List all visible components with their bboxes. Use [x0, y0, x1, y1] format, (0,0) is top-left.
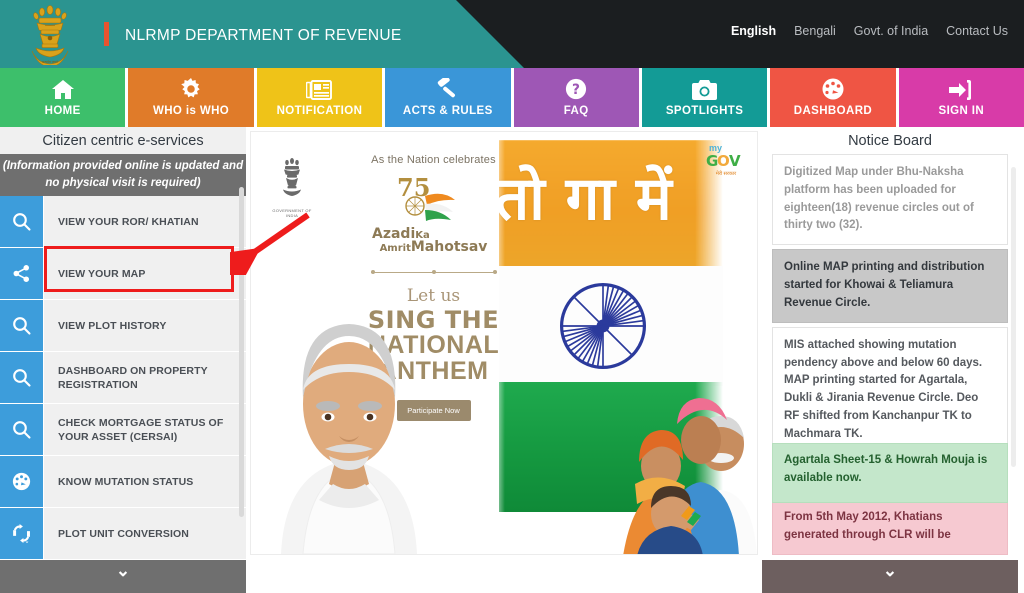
top-link-bengali[interactable]: Bengali	[794, 24, 836, 38]
notice-item[interactable]: From 5th May 2012, Khatians generated th…	[772, 499, 1008, 555]
camera-icon	[692, 78, 718, 100]
sidebar-title: Citizen centric e-services	[0, 127, 246, 154]
citizens-photo	[593, 366, 757, 554]
page-root: सत्यमेव जयते NLRMP DEPARTMENT OF REVENUE…	[0, 0, 1024, 593]
gavel-icon	[436, 78, 460, 100]
mygov-gov-text: G O V	[705, 152, 747, 171]
notice-board: Notice Board Digitized Map under Bhu-Nak…	[762, 127, 1018, 593]
banner-tagline: As the Nation celebrates	[371, 154, 496, 166]
azadi-mahotsav-text: Mahotsav	[410, 239, 488, 256]
gear-icon	[180, 78, 202, 100]
sidebar-item-check-mortgage-status[interactable]: CHECK MORTGAGE STATUS OF YOUR ASSET (CER…	[0, 404, 246, 457]
notice-item[interactable]: Digitized Map under Bhu-Naksha platform …	[772, 154, 1008, 246]
national-emblem-icon: सत्यमेव जयते	[22, 2, 78, 66]
azadi-amrit-text: Amrit	[379, 243, 411, 255]
sign-in-icon	[949, 78, 973, 100]
speedometer-icon	[821, 78, 845, 100]
banner-emblem-icon: GOVERNMENT OF INDIA	[269, 157, 315, 218]
sidebar-item-label: CHECK MORTGAGE STATUS OF YOUR ASSET (CER…	[43, 404, 246, 456]
top-link-contact-us[interactable]: Contact Us	[946, 24, 1008, 38]
nav-tab-label: DASHBOARD	[793, 105, 873, 117]
search-icon	[0, 300, 43, 352]
share-icon	[0, 248, 43, 300]
site-header: सत्यमेव जयते NLRMP DEPARTMENT OF REVENUE…	[0, 0, 1024, 68]
nav-tab-label: NOTIFICATION	[276, 105, 363, 117]
azadi-ka-amrit-mahotsav-logo: 75	[366, 174, 501, 226]
search-icon	[0, 196, 43, 248]
banner-artwork: तो गा में my G O V मेरी सरकार GOVERNMENT…	[251, 132, 757, 554]
top-links: English Bengali Govt. of India Contact U…	[731, 24, 1008, 38]
nav-tab-faq[interactable]: ? FAQ	[513, 68, 639, 127]
sidebar-item-dashboard-on-property-registration[interactable]: DASHBOARD ON PROPERTY REGISTRATION	[0, 352, 246, 405]
sidebar-scrollbar[interactable]	[239, 187, 244, 517]
nav-tab-who-is-who[interactable]: WHO is WHO	[128, 68, 254, 127]
banner-emblem-caption: GOVERNMENT OF INDIA	[272, 208, 312, 218]
main-navigation: HOME WHO is WHO NOTIFICATION ACTS & RULE…	[0, 68, 1024, 127]
sidebar-item-view-your-ror-khatian[interactable]: VIEW YOUR ROR/ KHATIAN	[0, 196, 246, 249]
sidebar-item-label: VIEW YOUR ROR/ KHATIAN	[43, 196, 246, 248]
nav-tab-acts-and-rules[interactable]: ACTS & RULES	[385, 68, 511, 127]
top-link-govt-of-india[interactable]: Govt. of India	[854, 24, 928, 38]
newspaper-icon	[306, 78, 333, 100]
sidebar-item-label: KNOW MUTATION STATUS	[43, 456, 246, 508]
prime-minister-photo	[273, 286, 425, 554]
page-scrollbar[interactable]	[1018, 127, 1024, 593]
notice-item[interactable]: MIS attached showing mutation pendency a…	[772, 326, 1008, 454]
sidebar-item-plot-unit-conversion[interactable]: PLOT UNIT CONVERSION	[0, 508, 246, 561]
notice-item[interactable]: Online MAP printing and distribution sta…	[772, 249, 1008, 323]
indian-flag-artwork: तो गा में my G O V मेरी सरकार	[499, 132, 757, 554]
sidebar-subtitle: (Information provided online is updated …	[0, 154, 246, 197]
nav-tab-label: ACTS & RULES	[402, 105, 493, 117]
nav-tab-sign-in[interactable]: SIGN IN	[898, 68, 1024, 127]
banner-hindi-overlay: तो गा में	[499, 164, 672, 234]
home-banner[interactable]: तो गा में my G O V मेरी सरकार GOVERNMENT…	[250, 131, 758, 555]
sidebar-item-view-your-map[interactable]: VIEW YOUR MAP	[0, 248, 246, 301]
question-circle-icon: ?	[565, 78, 587, 100]
sidebar-service-list: VIEW YOUR ROR/ KHATIAN VIEW YOUR MAP VIE…	[0, 196, 246, 593]
citizen-services-sidebar: Citizen centric e-services (Information …	[0, 127, 246, 593]
exchange-icon	[0, 508, 43, 560]
sidebar-item-label: VIEW PLOT HISTORY	[43, 300, 246, 352]
sidebar-item-label: DASHBOARD ON PROPERTY REGISTRATION	[43, 352, 246, 404]
sidebar-item-label: VIEW YOUR MAP	[43, 248, 246, 300]
svg-text:V: V	[729, 153, 741, 168]
azadi-text: Azadi	[372, 226, 416, 242]
nav-tab-label: WHO is WHO	[152, 105, 230, 117]
svg-text:?: ?	[572, 82, 580, 98]
site-title: NLRMP DEPARTMENT OF REVENUE	[125, 27, 402, 44]
speedometer-icon	[0, 456, 43, 508]
svg-text:O: O	[717, 153, 729, 168]
notice-board-title: Notice Board	[848, 132, 932, 149]
sidebar-scroll-down-bar[interactable]: ⌄	[0, 560, 246, 593]
sidebar-item-label: PLOT UNIT CONVERSION	[43, 508, 246, 560]
nav-tab-dashboard[interactable]: DASHBOARD	[770, 68, 896, 127]
nav-tab-home[interactable]: HOME	[0, 68, 126, 127]
home-icon	[51, 78, 75, 100]
top-link-english[interactable]: English	[731, 24, 776, 38]
notice-board-scroll-down-bar[interactable]: ⌄	[762, 560, 1018, 593]
nav-tab-spotlights[interactable]: SPOTLIGHTS	[641, 68, 768, 127]
ashoka-chakra-icon	[557, 280, 649, 372]
sidebar-item-view-plot-history[interactable]: VIEW PLOT HISTORY	[0, 300, 246, 353]
search-icon	[0, 352, 43, 404]
nav-tab-label: FAQ	[563, 105, 589, 117]
search-icon	[0, 404, 43, 456]
azadi-wordmark: AzadiKa AmritMahotsav	[366, 226, 501, 256]
nav-tab-notification[interactable]: NOTIFICATION	[256, 68, 383, 127]
banner-divider	[370, 269, 497, 276]
notice-item-scrolling-overlay[interactable]: Agartala Sheet-15 & Howrah Mouja is avai…	[772, 443, 1008, 503]
chevron-down-icon: ⌄	[115, 561, 131, 580]
svg-text:सत्यमेव जयते: सत्यमेव जयते	[42, 60, 58, 64]
mygov-hindi-text: मेरी सरकार	[715, 171, 737, 177]
nav-tab-label: SIGN IN	[938, 105, 985, 117]
sidebar-item-know-mutation-status[interactable]: KNOW MUTATION STATUS	[0, 456, 246, 509]
nav-tab-label: HOME	[44, 105, 81, 117]
mygov-logo: my G O V मेरी सरकार	[705, 144, 747, 177]
mygov-my-text: my	[709, 143, 723, 153]
notice-board-scrollbar[interactable]	[1011, 167, 1016, 467]
chevron-down-icon: ⌄	[882, 561, 898, 580]
title-accent-bar	[104, 22, 109, 46]
nav-tab-label: SPOTLIGHTS	[665, 105, 744, 117]
